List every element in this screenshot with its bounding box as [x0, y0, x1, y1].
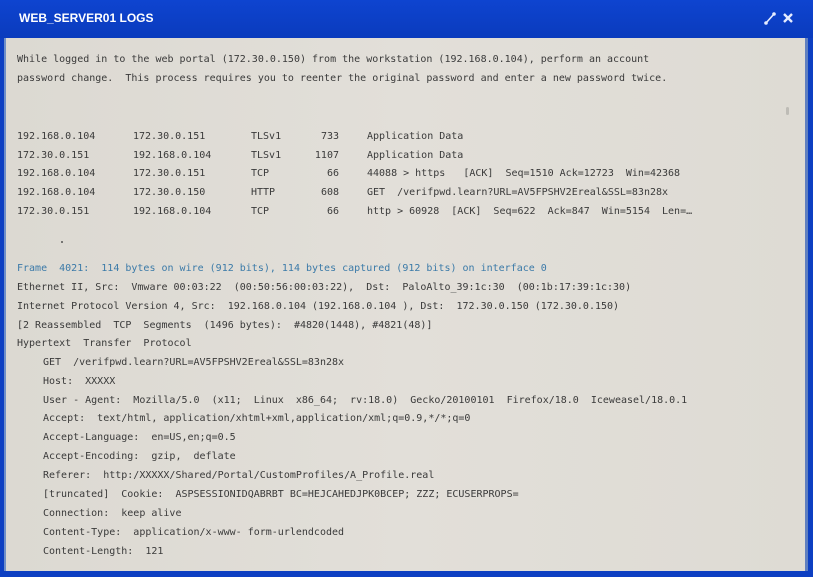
resize-icon[interactable] [763, 10, 777, 26]
packet-info: Application Data [367, 150, 464, 161]
packet-proto: TCP [251, 168, 270, 179]
http-cookie: [truncated] Cookie: ASPSESSIONIDQABRBT B… [43, 489, 519, 500]
frame-summary[interactable]: Frame 4021: 114 bytes on wire (912 bits)… [17, 263, 547, 275]
packet-proto: TLSv1 [251, 131, 282, 142]
packet-src: 192.168.0.104 [17, 187, 96, 198]
packet-src: 172.30.0.151 [17, 150, 90, 161]
packet-src: 192.168.0.104 [17, 131, 96, 142]
packet-len: 608 [320, 187, 339, 198]
packet-proto: HTTP [251, 187, 276, 198]
http-content-length: Content-Length: 121 [43, 546, 164, 557]
packet-src: 172.30.0.151 [17, 206, 90, 217]
http-connection: Connection: keep alive [43, 508, 182, 519]
http-referer: Referer: http:/XXXXX/Shared/Portal/Custo… [43, 470, 435, 481]
reassembled-summary[interactable]: [2 Reassembled TCP Segments (1496 bytes)… [17, 320, 432, 332]
packet-len: 66 [326, 206, 339, 217]
packet-info: http > 60928 [ACK] Seq=622 Ack=847 Win=5… [367, 206, 693, 217]
packet-proto: TLSv1 [251, 150, 282, 161]
close-icon[interactable] [781, 10, 795, 26]
packet-proto: TCP [251, 206, 270, 217]
packet-src: 192.168.0.104 [17, 168, 96, 179]
smudge-mark [786, 107, 789, 115]
ethernet-summary[interactable]: Ethernet II, Src: Vmware 00:03:22 (00:50… [17, 282, 631, 294]
intro-line-2: password change. This process requires y… [17, 73, 668, 84]
http-user-agent: User - Agent: Mozilla/5.0 (x11; Linux x8… [43, 395, 688, 406]
ip-summary[interactable]: Internet Protocol Version 4, Src: 192.16… [17, 301, 619, 313]
http-accept-language: Accept-Language: en=US,en;q=0.5 [43, 432, 236, 443]
dot-mark [61, 241, 63, 243]
http-content-type: Content-Type: application/x-www- form-ur… [43, 527, 345, 538]
packet-len: 66 [326, 168, 339, 179]
packet-info: GET /verifpwd.learn?URL=AV5FPSHV2Ereal&S… [367, 187, 669, 198]
logs-window: WEB_SERVER01 LOGS While logged in to the… [0, 0, 813, 577]
window-title: WEB_SERVER01 LOGS [19, 11, 154, 25]
http-summary[interactable]: Hypertext Transfer Protocol [17, 338, 192, 350]
packet-dst: 172.30.0.150 [133, 187, 206, 198]
http-accept-encoding: Accept-Encoding: gzip, deflate [43, 451, 236, 462]
http-accept: Accept: text/html, application/xhtml+xml… [43, 413, 471, 424]
packet-dst: 192.168.0.104 [133, 150, 212, 161]
packet-dst: 192.168.0.104 [133, 206, 212, 217]
http-host: Host: XXXXX [43, 376, 116, 387]
title-bar[interactable]: WEB_SERVER01 LOGS [0, 0, 813, 38]
log-content: While logged in to the web portal (172.3… [4, 38, 808, 571]
http-request-line: GET /verifpwd.learn?URL=AV5FPSHV2Ereal&S… [43, 357, 345, 368]
packet-dst: 172.30.0.151 [133, 168, 206, 179]
packet-info: Application Data [367, 131, 464, 142]
packet-info: 44088 > https [ACK] Seq=1510 Ack=12723 W… [367, 168, 681, 179]
intro-line-1: While logged in to the web portal (172.3… [17, 54, 650, 65]
packet-dst: 172.30.0.151 [133, 131, 206, 142]
packet-len: 733 [320, 131, 339, 142]
packet-len: 1107 [314, 150, 339, 161]
